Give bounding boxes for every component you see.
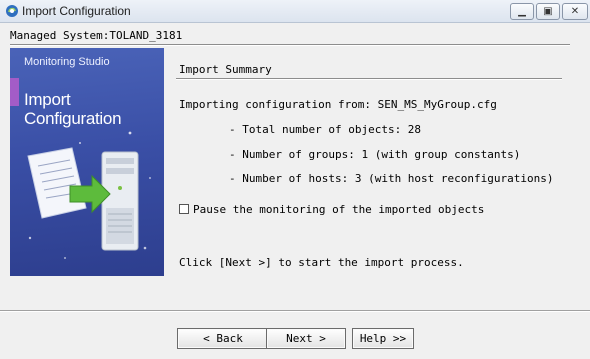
window-title: Import Configuration — [22, 4, 131, 18]
help-button-label: Help >> — [359, 332, 407, 345]
header-divider — [10, 44, 570, 46]
minimize-button[interactable]: ▁ — [510, 3, 534, 20]
banner-accent — [10, 78, 19, 106]
wizard-banner: Monitoring Studio Import Configuration — [10, 48, 164, 276]
next-button-label: Next > — [286, 332, 326, 345]
minimize-icon: ▁ — [518, 6, 526, 17]
maximize-icon: ▣ — [543, 6, 553, 17]
banner-heading-line2: Configuration — [24, 109, 122, 128]
importing-from-text: Importing configuration from: SEN_MS_MyG… — [179, 98, 497, 111]
product-name: Monitoring Studio — [24, 56, 110, 68]
pause-monitoring-checkbox[interactable] — [179, 204, 189, 214]
total-objects-text: - Total number of objects: 28 — [229, 123, 422, 136]
back-button-label: < Back — [203, 332, 243, 345]
banner-heading-line1: Import — [24, 90, 71, 109]
banner-heading: Import Configuration — [24, 90, 122, 128]
close-button[interactable]: ✕ — [562, 3, 588, 20]
section-title: Import Summary — [179, 63, 272, 76]
hosts-count-text: - Number of hosts: 3 (with host reconfig… — [229, 172, 554, 185]
help-button[interactable]: Help >> — [352, 328, 414, 349]
maximize-button[interactable]: ▣ — [536, 3, 560, 20]
managed-system-label: Managed System:TOLAND_3181 — [10, 29, 183, 42]
instruction-text: Click [Next >] to start the import proce… — [179, 256, 464, 269]
groups-count-text: - Number of groups: 1 (with group consta… — [229, 148, 521, 161]
pause-monitoring-label[interactable]: Pause the monitoring of the imported obj… — [193, 203, 484, 216]
back-button[interactable]: < Back — [177, 328, 269, 349]
document-icon — [27, 147, 87, 219]
section-divider — [176, 78, 562, 80]
footer-divider — [0, 310, 590, 312]
close-icon: ✕ — [570, 6, 580, 17]
app-icon — [6, 5, 18, 17]
title-bar: Import Configuration ▁ ▣ ✕ — [0, 0, 590, 23]
server-icon — [101, 151, 139, 251]
next-button[interactable]: Next > — [266, 328, 346, 349]
banner-illustration — [27, 131, 151, 259]
